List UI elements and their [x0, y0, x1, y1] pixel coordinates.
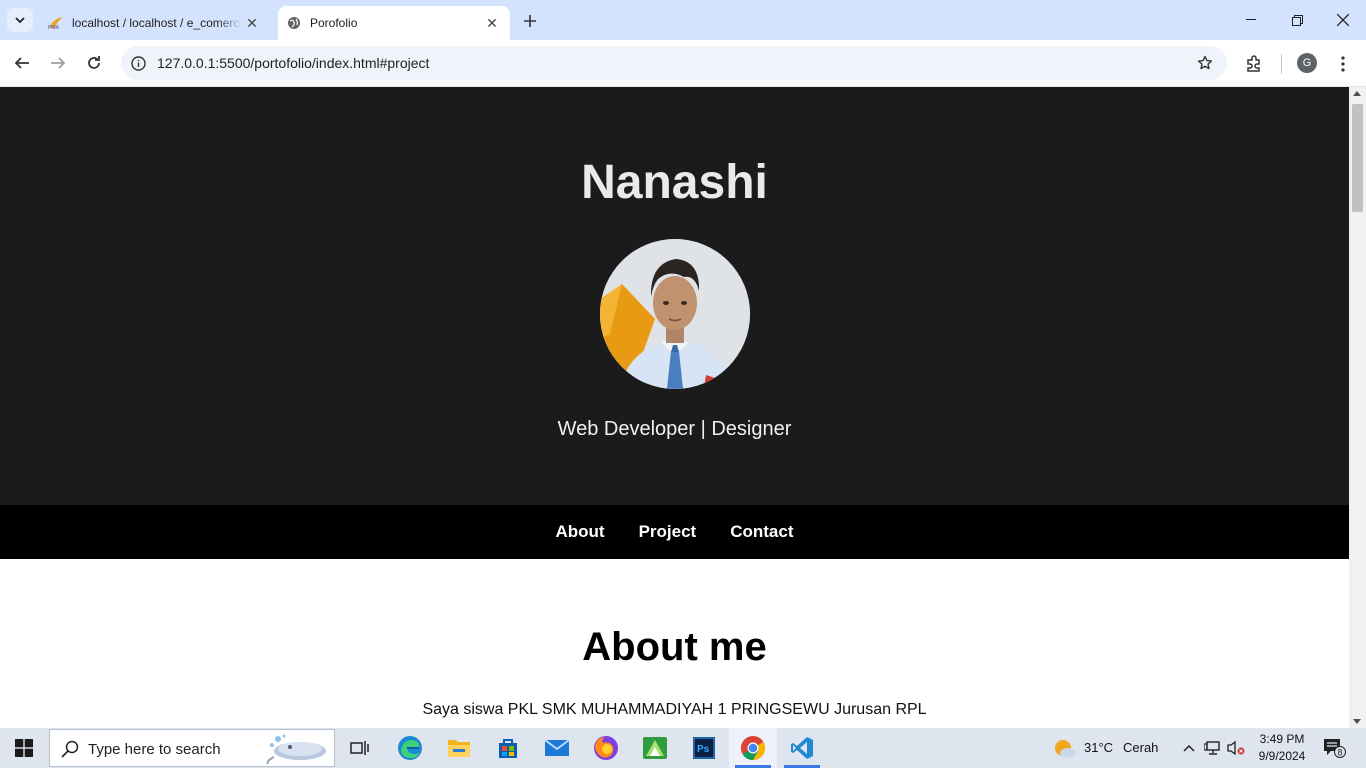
taskbar-app-store[interactable] [484, 728, 532, 768]
scroll-up-arrow-icon[interactable] [1353, 91, 1361, 96]
globe-icon [286, 15, 302, 31]
chevron-up-icon [1183, 744, 1195, 752]
mail-icon [544, 739, 570, 756]
tab-search-button[interactable] [7, 8, 33, 32]
weather-description[interactable]: Cerah [1123, 740, 1158, 755]
browser-toolbar: 127.0.0.1:5500/portofolio/index.html#pro… [0, 40, 1366, 87]
browser-menu-icon[interactable] [1331, 52, 1355, 76]
taskbar-app-photoshop[interactable]: Ps [680, 728, 728, 768]
file-explorer-icon [448, 740, 470, 757]
about-description: Saya siswa PKL SMK MUHAMMADIYAH 1 PRINGS… [422, 701, 927, 718]
toolbar-divider [1281, 54, 1282, 74]
restore-icon [1291, 14, 1303, 26]
about-heading: About me [582, 625, 767, 669]
svg-text:Ps: Ps [697, 744, 710, 755]
profile-avatar[interactable]: G [1297, 53, 1317, 73]
weather-temperature[interactable]: 31°C [1084, 740, 1113, 755]
bookmark-star-icon[interactable] [1195, 53, 1215, 73]
url-text[interactable]: 127.0.0.1:5500/portofolio/index.html#pro… [157, 55, 429, 71]
clock-date: 9/9/2024 [1258, 749, 1306, 763]
svg-text:PMA: PMA [48, 25, 60, 30]
task-view-icon [350, 741, 369, 755]
scrollbar-thumb[interactable] [1352, 104, 1363, 212]
nav-link-project[interactable]: Project [639, 522, 697, 542]
taskbar-search[interactable]: Type here to search [49, 729, 335, 767]
forward-button[interactable] [45, 50, 71, 76]
search-icon [61, 740, 79, 758]
taskbar-app-vscode[interactable] [778, 728, 826, 768]
search-highlight-illustration-icon [266, 734, 326, 765]
volume-button[interactable] [1225, 728, 1247, 768]
arrow-left-icon [14, 57, 29, 69]
page-scrollbar[interactable] [1349, 87, 1366, 728]
back-button[interactable] [9, 50, 35, 76]
clock-time: 3:49 PM [1259, 732, 1305, 746]
network-icon [1204, 741, 1220, 755]
firefox-icon [594, 736, 618, 760]
speaker-muted-icon [1227, 740, 1245, 756]
search-placeholder[interactable]: Type here to search [88, 741, 221, 758]
notification-center-button[interactable]: 8 [1322, 737, 1346, 759]
close-tab-icon[interactable]: ✕ [242, 13, 262, 33]
partly-cloudy-icon [1055, 740, 1076, 758]
start-button[interactable] [0, 728, 48, 768]
taskbar-app-file-explorer[interactable] [435, 728, 483, 768]
hero-header: Nanashi Web Developer | Designer [0, 87, 1349, 505]
new-tab-button[interactable] [518, 10, 542, 32]
notification-icon: 8 [1324, 739, 1346, 758]
plus-icon [524, 15, 536, 27]
address-bar[interactable]: 127.0.0.1:5500/portofolio/index.html#pro… [121, 46, 1227, 80]
profile-photo [600, 239, 750, 389]
show-hidden-icons-button[interactable] [1178, 728, 1200, 768]
taskbar-app-firefox[interactable] [582, 728, 630, 768]
edge-icon [398, 736, 422, 760]
photoshop-icon: Ps [693, 737, 715, 759]
close-window-button[interactable] [1320, 0, 1366, 40]
nav-link-contact[interactable]: Contact [730, 522, 793, 542]
taskbar-app-edge[interactable] [386, 728, 434, 768]
network-button[interactable] [1202, 728, 1224, 768]
tab-title: localhost / localhost / e_comerce [72, 16, 242, 30]
tab-phpmyadmin[interactable]: PMA localhost / localhost / e_comerce ✕ [40, 6, 270, 40]
minimize-button[interactable] [1228, 0, 1274, 40]
site-info-icon[interactable] [129, 54, 147, 72]
reload-button[interactable] [81, 50, 107, 76]
chevron-down-icon [15, 16, 25, 23]
profile-name: Nanashi [581, 156, 768, 209]
vscode-icon [791, 737, 813, 759]
tab-porofolio[interactable]: Porofolio ✕ [278, 6, 510, 40]
phpmyadmin-icon: PMA [48, 15, 64, 31]
minimize-icon [1246, 19, 1256, 20]
profile-tagline: Web Developer | Designer [557, 418, 792, 440]
task-view-button[interactable] [336, 728, 384, 768]
taskbar-app-inkscape[interactable] [631, 728, 679, 768]
windows-logo-icon [15, 739, 33, 757]
reload-icon [88, 56, 100, 69]
weather-widget-icon-wrap[interactable] [1048, 728, 1082, 768]
arrow-right-icon [51, 57, 66, 69]
inkscape-icon [643, 737, 667, 759]
extensions-icon[interactable] [1242, 52, 1266, 76]
chrome-icon [741, 736, 766, 760]
notification-count: 8 [1338, 748, 1343, 758]
main-nav: About Project Contact [0, 505, 1349, 559]
store-icon [499, 739, 517, 758]
close-icon [1337, 14, 1349, 26]
tab-strip: PMA localhost / localhost / e_comerce ✕ … [0, 0, 1366, 40]
taskbar-app-mail[interactable] [533, 728, 581, 768]
close-tab-icon[interactable]: ✕ [482, 13, 502, 33]
scroll-down-arrow-icon[interactable] [1353, 719, 1361, 724]
nav-link-about[interactable]: About [555, 522, 604, 542]
taskbar-app-chrome[interactable] [729, 728, 777, 768]
restore-button[interactable] [1274, 0, 1320, 40]
page-viewport: Nanashi Web Developer | Designer About P… [0, 87, 1349, 728]
system-clock[interactable]: 3:49 PM 9/9/2024 [1258, 731, 1306, 765]
windows-taskbar: Type here to search Ps 31°C Cerah 3:49 P… [0, 728, 1366, 768]
tab-title: Porofolio [310, 16, 358, 30]
